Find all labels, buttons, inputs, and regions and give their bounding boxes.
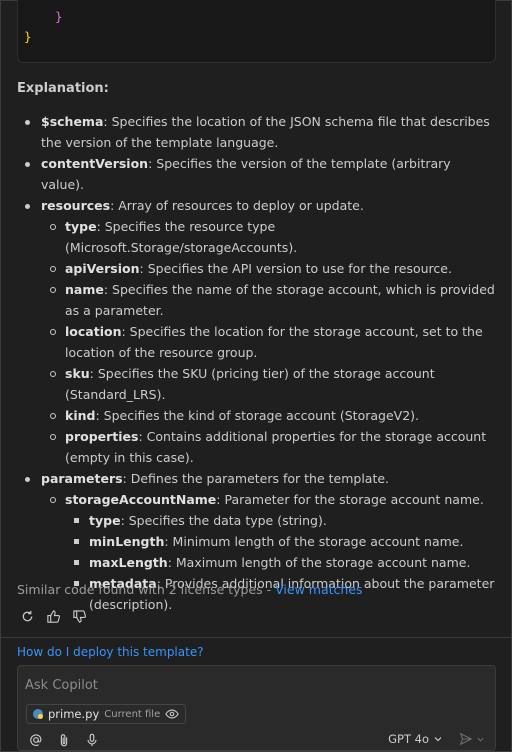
attached-file-label: Current file	[104, 708, 161, 720]
bullet	[74, 518, 79, 523]
model-picker[interactable]: GPT 4o	[388, 732, 443, 746]
bullet	[50, 434, 56, 440]
similar-code-text: Similar code found with 2 license types …	[17, 582, 276, 597]
item-term: name	[65, 282, 104, 297]
item-term: properties	[65, 429, 139, 444]
item-term: storageAccountName	[65, 492, 217, 507]
item-desc: : Specifies the location of the JSON sch…	[41, 114, 490, 150]
bullet	[50, 497, 56, 503]
python-file-icon	[33, 709, 43, 719]
chat-input-box[interactable]: Ask Copilot prime.py Current file GPT 4o	[17, 665, 496, 751]
item-desc: : Specifies the API version to use for t…	[139, 261, 452, 276]
list-item: contentVersion: Specifies the version of…	[17, 153, 497, 195]
bullet	[50, 266, 56, 272]
model-name: GPT 4o	[388, 732, 429, 746]
item-term: kind	[65, 408, 96, 423]
item-term: minLength	[89, 534, 165, 549]
attached-file-name: prime.py	[48, 707, 100, 721]
item-desc: : Specifies the kind of storage account …	[95, 408, 420, 423]
item-desc: : Parameter for the storage account name…	[216, 492, 484, 507]
item-desc: : Specifies the data type (string).	[120, 513, 327, 528]
bullet	[25, 477, 30, 482]
item-term: resources	[41, 198, 111, 213]
retry-icon[interactable]	[19, 608, 35, 624]
list-item: name: Specifies the name of the storage …	[17, 279, 497, 321]
item-term: $schema	[41, 114, 104, 129]
list-item: storageAccountName: Parameter for the st…	[17, 489, 497, 510]
item-term: type	[65, 219, 97, 234]
list-item: resources: Array of resources to deploy …	[17, 195, 497, 216]
chevron-down-icon	[433, 734, 443, 744]
item-term: contentVersion	[41, 156, 149, 171]
thumbs-down-icon[interactable]	[71, 608, 87, 624]
bullet	[50, 413, 56, 419]
list-item: parameters: Defines the parameters for t…	[17, 468, 497, 489]
bullet	[50, 224, 56, 230]
item-term: location	[65, 324, 122, 339]
item-term: parameters	[41, 471, 123, 486]
thumbs-up-icon[interactable]	[45, 608, 61, 624]
item-term: type	[89, 513, 121, 528]
attached-file-chip[interactable]: prime.py Current file	[26, 704, 187, 724]
list-item: kind: Specifies the kind of storage acco…	[17, 405, 497, 426]
list-item: location: Specifies the location for the…	[17, 321, 497, 363]
bullet	[74, 539, 79, 544]
code-line: }	[24, 29, 32, 44]
list-item: type: Specifies the data type (string).	[17, 510, 497, 531]
code-line: }	[40, 9, 63, 24]
eye-icon[interactable]	[165, 707, 179, 721]
item-desc: : Specifies the location for the storage…	[65, 324, 483, 360]
explanation-heading: Explanation:	[17, 81, 109, 96]
list-item: sku: Specifies the SKU (pricing tier) of…	[17, 363, 497, 405]
list-item: maxLength: Maximum length of the storage…	[17, 552, 497, 573]
bullet	[25, 162, 30, 167]
list-item: properties: Contains additional properti…	[17, 426, 497, 468]
send-icon	[459, 732, 473, 746]
item-term: maxLength	[89, 555, 168, 570]
item-desc: : Specifies the resource type (Microsoft…	[65, 219, 298, 255]
microphone-icon[interactable]	[84, 732, 100, 748]
item-desc: : Specifies the SKU (pricing tier) of th…	[65, 366, 435, 402]
list-item: minLength: Minimum length of the storage…	[17, 531, 497, 552]
item-desc: : Array of resources to deploy or update…	[110, 198, 364, 213]
item-desc: : Specifies the name of the storage acco…	[65, 282, 495, 318]
bullet	[50, 371, 56, 377]
similar-code-notice: Similar code found with 2 license types …	[17, 582, 363, 597]
list-item: apiVersion: Specifies the API version to…	[17, 258, 497, 279]
divider	[1, 637, 511, 638]
explanation-list: $schema: Specifies the location of the J…	[17, 111, 497, 615]
item-desc: : Maximum length of the storage account …	[167, 555, 471, 570]
chat-input-placeholder[interactable]: Ask Copilot	[25, 678, 98, 693]
followup-suggestion[interactable]: How do I deploy this template?	[17, 645, 204, 659]
item-desc: : Minimum length of the storage account …	[164, 534, 464, 549]
input-toolbar	[28, 732, 100, 748]
list-item: $schema: Specifies the location of the J…	[17, 111, 497, 153]
bullet	[25, 120, 30, 125]
chevron-down-icon	[477, 737, 484, 742]
item-term: sku	[65, 366, 90, 381]
list-item: type: Specifies the resource type (Micro…	[17, 216, 497, 258]
bullet	[74, 560, 79, 565]
mention-icon[interactable]	[28, 732, 44, 748]
view-matches-link[interactable]: View matches	[275, 582, 362, 597]
bullet	[50, 329, 56, 335]
response-actions	[19, 608, 87, 624]
bullet	[50, 287, 56, 293]
attach-icon[interactable]	[56, 732, 72, 748]
code-block: } }	[17, 0, 496, 63]
send-button[interactable]	[459, 732, 485, 746]
bullet	[25, 204, 30, 209]
item-desc: : Defines the parameters for the templat…	[122, 471, 390, 486]
item-term: apiVersion	[65, 261, 140, 276]
